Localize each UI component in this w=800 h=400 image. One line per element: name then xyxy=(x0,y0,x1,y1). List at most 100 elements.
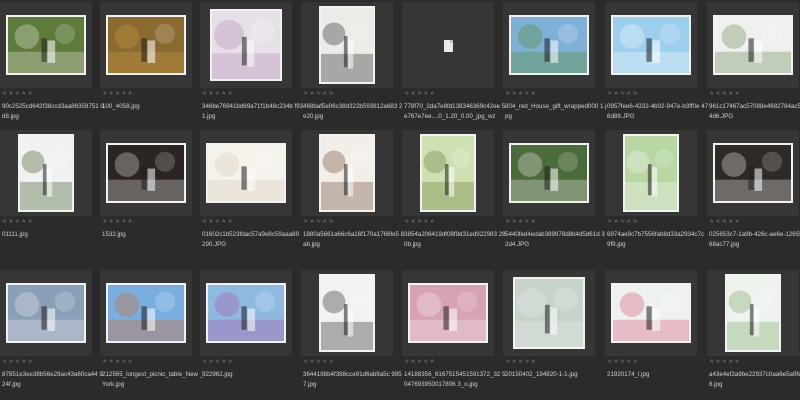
thumbnail-card[interactable] xyxy=(503,130,595,216)
thumbnail-item[interactable]: ★★★★★ 14188356_6167515451591372_32 504769… xyxy=(402,270,506,398)
thumbnail-item[interactable]: ★★★★★ 1532.jpg xyxy=(100,130,192,258)
thumbnail-item[interactable]: ★★★★★ a43e4ef2a9be22937c0aa6e5a9fe 446.jp… xyxy=(707,270,800,398)
thumbnail-item[interactable]: ★★★★★ 778f70_2da7e8fd138346369c42ee 5e767… xyxy=(402,2,505,130)
thumbnail-item[interactable]: ★★★★★ 804_red_House_gift_wrapped000 1.jpg xyxy=(503,2,606,130)
filename-label: 468baf5e06c38d322b593812a683 2e20.jpg xyxy=(303,103,403,120)
rating-stars[interactable]: ★★★★★ xyxy=(2,218,34,226)
thumbnail-card[interactable] xyxy=(301,270,393,356)
flower-arch-photo xyxy=(208,285,284,341)
rating-stars[interactable]: ★★★★★ xyxy=(102,358,134,366)
filename-label: 3854a206419df08f9d31ed922983 280b.jpg xyxy=(404,231,506,248)
thumbnail-item[interactable]: ★★★★★ 20150402_194820-1-1.jpg xyxy=(503,270,595,398)
thumbnail-item[interactable]: ★★★★★ 0957fee6-4332-4b02-947e-b3ff0e 476d… xyxy=(605,2,708,130)
thumbnail-card[interactable] xyxy=(402,130,494,216)
filename-label: 87851e3ee38b56e29ac43a60ca44 924f.jpg xyxy=(2,371,103,388)
thumbnail-item[interactable]: ★★★★★ 90c2525cd642f38ccd3aa86359751 0d8.j… xyxy=(0,2,104,130)
thumbnail-item[interactable]: ★★★★★ 01602c1b523fdac57a9e8c59aaa89 290.J… xyxy=(200,130,299,258)
rating-stars[interactable]: ★★★★★ xyxy=(709,218,741,226)
thumbnail-image xyxy=(509,143,589,203)
thumbnail-image xyxy=(623,134,679,212)
rating-stars[interactable]: ★★★★★ xyxy=(505,218,537,226)
thumbnail-card[interactable] xyxy=(100,270,192,356)
rating-stars[interactable]: ★★★★★ xyxy=(404,358,436,366)
rating-stars[interactable]: ★★★★★ xyxy=(2,90,34,98)
thumbnail-item[interactable]: ★★★★★ 21920174_l.jpg xyxy=(605,270,697,398)
thumbnail-item[interactable]: ★★★★★ 364418bb4f388cce91d6ab9a5c 9957.jpg xyxy=(301,270,402,398)
thumbnail-card[interactable] xyxy=(503,270,595,356)
couple-doorway-photo xyxy=(108,145,184,201)
thumbnail-item[interactable]: ★★★★★ 3854a206419df08f9d31ed922983 280b.j… xyxy=(402,130,506,258)
filename-label: a43e4ef2a9be22937c0aa6e5a9fe 446.jpg xyxy=(709,371,800,388)
thumbnail-card[interactable] xyxy=(0,270,92,356)
thumbnail-image xyxy=(106,143,186,203)
thumbnail-card[interactable] xyxy=(605,270,697,356)
thumbnail-image xyxy=(319,274,375,352)
rating-stars[interactable]: ★★★★★ xyxy=(607,358,639,366)
thumbnail-item[interactable]: ★★★★★ 468baf5e06c38d322b593812a683 2e20.j… xyxy=(301,2,402,130)
filename-label: 14188356_6167515451591372_32 50476939500… xyxy=(404,371,506,388)
thumbnail-card[interactable] xyxy=(605,2,697,88)
rating-stars[interactable]: ★★★★★ xyxy=(607,90,639,98)
rating-stars[interactable]: ★★★★★ xyxy=(404,218,436,226)
thumbnail-card[interactable] xyxy=(301,130,393,216)
rating-stars[interactable]: ★★★★★ xyxy=(709,90,741,98)
thumbnail-card[interactable] xyxy=(0,2,92,88)
thumbnail-item[interactable]: ★★★★★ 961c17467ac57088e4682784ac51 14d6.J… xyxy=(707,2,800,130)
rating-stars[interactable]: ★★★★★ xyxy=(202,358,234,366)
rating-stars[interactable]: ★★★★★ xyxy=(303,358,335,366)
thumbnail-item[interactable]: ★★★★★ 025653c7-1a9b-426c-ae6e-12655d 68ac… xyxy=(707,130,800,258)
thumbnail-item[interactable]: ★★★★★ 87851e3ee38b56e29ac43a60ca44 924f.j… xyxy=(0,270,103,398)
thumbnail-image xyxy=(611,15,691,75)
filename-label: 6974ae9c7b7556fab8d33a2934c7c 9f9.jpg xyxy=(607,231,705,248)
rating-stars[interactable]: ★★★★★ xyxy=(607,218,639,226)
rating-stars[interactable]: ★★★★★ xyxy=(2,358,34,366)
thumbnail-item[interactable]: ★★★★★ 5440fed4edab389978d8b4d5d61d 32d4.J… xyxy=(503,130,605,258)
thumbnail-card[interactable] xyxy=(605,130,697,216)
thumbnail-card[interactable] xyxy=(200,130,292,216)
bride-flowers-photo xyxy=(212,11,280,79)
filename-label: 20150402_194820-1-1.jpg xyxy=(505,371,578,378)
thumbnail-card[interactable] xyxy=(301,2,393,88)
filename-label: 212565_longest_picnic_table_New _York.jp… xyxy=(102,371,204,388)
filename-label: 01111.jpg xyxy=(2,231,28,238)
thumbnail-card[interactable] xyxy=(402,2,494,88)
filename-label: 01602c1b523fdac57a9e8c59aaa89 290.JPG xyxy=(202,231,300,248)
rating-stars[interactable]: ★★★★★ xyxy=(102,90,134,98)
thumbnail-card[interactable] xyxy=(707,2,799,88)
thumbnail-item[interactable]: ★★★★★ 212565_longest_picnic_table_New _Yo… xyxy=(100,270,203,398)
thumbnail-card[interactable] xyxy=(100,2,192,88)
thumbnail-card[interactable] xyxy=(0,130,92,216)
thumbnail-card[interactable] xyxy=(402,270,494,356)
thumbnail-item[interactable]: ★★★★★ 1880a5661a66c6a16f170a1766fe5 8ab.j… xyxy=(301,130,404,258)
rating-stars[interactable]: ★★★★★ xyxy=(202,90,234,98)
thumbnail-card[interactable] xyxy=(100,130,192,216)
rating-stars[interactable]: ★★★★★ xyxy=(709,358,741,366)
thumbnail-card[interactable] xyxy=(503,2,595,88)
rating-stars[interactable]: ★★★★★ xyxy=(102,218,134,226)
filename-label: 21920174_l.jpg xyxy=(607,371,650,378)
arched-windows-photo xyxy=(727,276,779,350)
couple-garden-photo xyxy=(511,145,587,201)
thumbnail-card[interactable] xyxy=(200,270,292,356)
floral-staircase-photo xyxy=(715,145,791,201)
rating-stars[interactable]: ★★★★★ xyxy=(303,90,335,98)
thumbnail-item[interactable]: ★★★★★ 100_4058.jpg xyxy=(100,2,192,130)
thumbnail-card[interactable] xyxy=(707,270,799,356)
rating-stars[interactable]: ★★★★★ xyxy=(505,358,537,366)
house-lawn-photo xyxy=(511,17,587,73)
rating-stars[interactable]: ★★★★★ xyxy=(505,90,537,98)
filename-label: 346be76941bd69a71f1b48c234b f931.jpg xyxy=(202,103,304,120)
thumbnail-item[interactable]: ★★★★★ 922962.jpg xyxy=(200,270,292,398)
filename-label: 804_red_House_gift_wrapped000 1.jpg xyxy=(505,103,607,120)
thumbnail-item[interactable]: ★★★★★ 01111.jpg xyxy=(0,130,92,258)
thumbnail-card[interactable] xyxy=(707,130,799,216)
rating-stars[interactable]: ★★★★★ xyxy=(404,90,436,98)
couple-blossom-photo xyxy=(8,285,84,341)
thumbnail-item[interactable]: ★★★★★ 346be76941bd69a71f1b48c234b f931.jp… xyxy=(200,2,303,130)
thumbnail-image xyxy=(106,15,186,75)
thumbnail-card[interactable] xyxy=(200,2,292,88)
rating-stars[interactable]: ★★★★★ xyxy=(202,218,234,226)
rating-stars[interactable]: ★★★★★ xyxy=(303,218,335,226)
thumbnail-item[interactable]: ★★★★★ 6974ae9c7b7556fab8d33a2934c7c 9f9.j… xyxy=(605,130,704,258)
thumbnail-image xyxy=(18,134,74,212)
